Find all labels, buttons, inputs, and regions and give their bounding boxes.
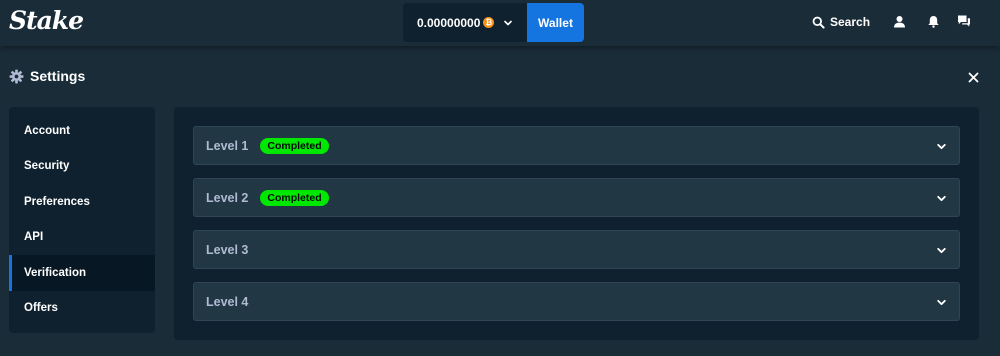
sidebar-item-offers[interactable]: Offers xyxy=(9,291,155,327)
sidebar-item-api[interactable]: API xyxy=(9,220,155,256)
level-label: Level 1 xyxy=(206,138,249,153)
wallet-button[interactable]: Wallet xyxy=(527,3,584,42)
level-4-row[interactable]: Level 4 xyxy=(193,282,960,321)
bitcoin-icon: ₿ xyxy=(483,17,495,28)
level-label: Level 4 xyxy=(206,294,249,309)
sidebar-item-verification[interactable]: Verification xyxy=(9,255,155,291)
sidebar-item-label: Verification xyxy=(24,266,86,279)
level-label: Level 3 xyxy=(206,242,249,257)
sidebar-item-label: API xyxy=(24,231,44,244)
search-icon xyxy=(812,16,825,29)
status-badge: Completed xyxy=(260,189,329,206)
balance-selector[interactable]: 0.00000000 ₿ xyxy=(403,3,527,42)
user-icon[interactable] xyxy=(892,14,906,28)
chat-icon[interactable] xyxy=(957,14,971,28)
settings-title: Settings xyxy=(30,68,86,84)
chevron-down-icon xyxy=(503,18,513,28)
level-3-row[interactable]: Level 3 xyxy=(193,230,960,269)
balance-amount: 0.00000000 xyxy=(417,15,481,30)
sidebar-item-label: Preferences xyxy=(24,195,90,208)
stake-logo[interactable]: Stake xyxy=(9,6,84,35)
sidebar-item-account[interactable]: Account xyxy=(9,113,155,149)
verification-panel: Level 1 Completed Level 2 Completed Leve… xyxy=(174,107,979,340)
settings-sidebar: Account Security Preferences API Verific… xyxy=(9,107,155,333)
sidebar-item-preferences[interactable]: Preferences xyxy=(9,184,155,220)
level-1-row[interactable]: Level 1 Completed xyxy=(193,126,960,165)
sidebar-item-label: Account xyxy=(24,124,70,137)
chevron-down-icon[interactable] xyxy=(935,244,947,256)
level-2-row[interactable]: Level 2 Completed xyxy=(193,178,960,217)
settings-header: Settings xyxy=(9,67,85,85)
gear-icon xyxy=(9,69,24,84)
sidebar-item-label: Security xyxy=(24,160,70,173)
close-icon[interactable] xyxy=(966,70,980,84)
search-button[interactable]: Search xyxy=(812,12,870,32)
search-label: Search xyxy=(830,15,871,29)
chevron-down-icon[interactable] xyxy=(935,296,947,308)
status-badge: Completed xyxy=(260,137,329,154)
sidebar-item-label: Offers xyxy=(24,302,58,315)
chevron-down-icon[interactable] xyxy=(935,192,947,204)
level-label: Level 2 xyxy=(206,190,249,205)
top-bar: Stake 0.00000000 ₿ Wallet Search xyxy=(0,0,1000,46)
chevron-down-icon[interactable] xyxy=(935,140,947,152)
sidebar-item-security[interactable]: Security xyxy=(9,149,155,185)
bell-icon[interactable] xyxy=(926,14,940,28)
